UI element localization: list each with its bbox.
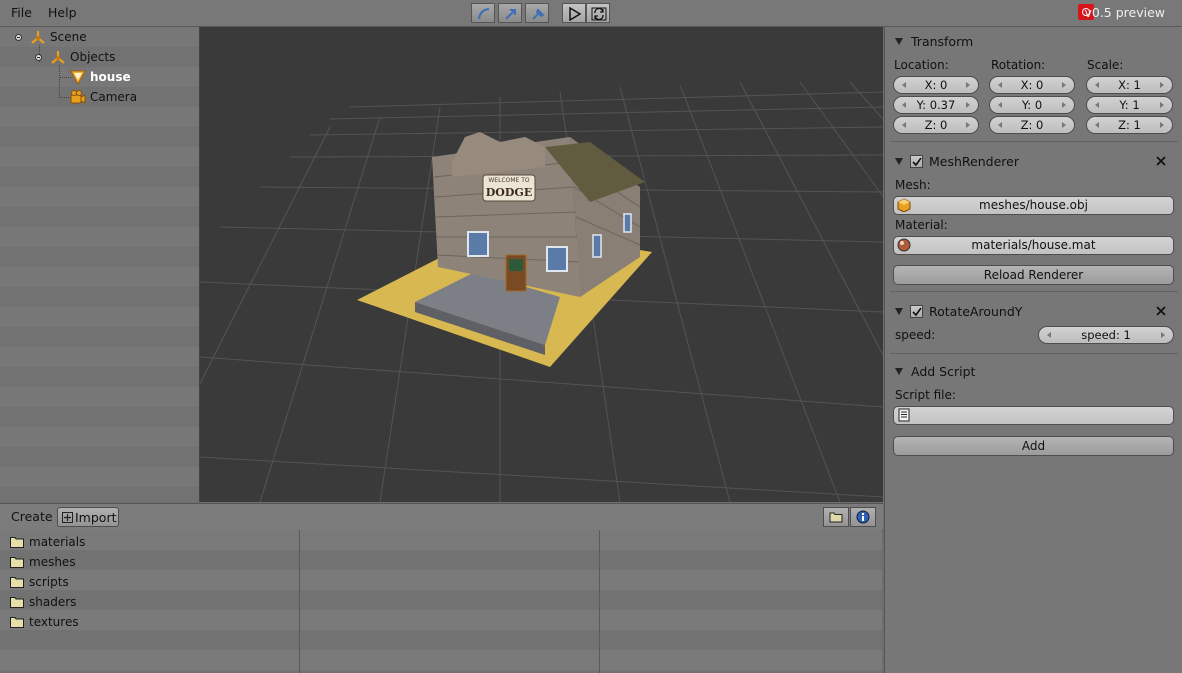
folder-label: textures xyxy=(29,615,79,629)
folder-label: shaders xyxy=(29,595,77,609)
sign-subtext: WELCOME TO xyxy=(488,177,530,184)
material-label: Material: xyxy=(895,218,948,232)
move-tool-icon xyxy=(505,9,516,20)
tree-line xyxy=(59,65,60,98)
reload-renderer-button[interactable]: Reload Renderer xyxy=(893,265,1174,285)
remove-component-icon[interactable] xyxy=(1155,155,1167,167)
window xyxy=(623,213,632,233)
scale-y-spinbox[interactable]: Y: 1 xyxy=(1086,96,1173,114)
section-divider xyxy=(890,353,1178,354)
window xyxy=(467,231,489,257)
add-script-button[interactable]: Add xyxy=(893,436,1174,456)
refresh-icon xyxy=(591,7,607,21)
viewport-canvas: WELCOME TO DODGE xyxy=(200,81,883,502)
play-icon xyxy=(569,7,582,21)
asset-browser: materials meshes scripts shaders texture… xyxy=(0,530,882,673)
remove-component-icon[interactable] xyxy=(1155,305,1167,317)
folder-view-button[interactable] xyxy=(823,507,849,527)
group-node-icon xyxy=(51,51,65,64)
sign-text: DODGE xyxy=(486,186,532,199)
select-tool-icon xyxy=(532,8,545,20)
speed-label: speed: xyxy=(895,328,936,342)
checkmark-icon xyxy=(912,307,922,317)
refresh-button[interactable] xyxy=(586,3,610,23)
folder-icon xyxy=(10,557,24,568)
viewport-3d[interactable]: WELCOME TO DODGE xyxy=(200,27,883,502)
collapse-triangle-icon xyxy=(895,158,903,165)
meshrenderer-title: MeshRenderer xyxy=(929,154,1019,169)
menubar: File Help v0.5 preview xyxy=(0,0,1182,27)
collapse-triangle-icon xyxy=(895,38,903,45)
rotation-z-spinbox[interactable]: Z: 0 xyxy=(989,116,1075,134)
rotation-x-spinbox[interactable]: X: 0 xyxy=(989,76,1075,94)
section-title: Add Script xyxy=(911,364,976,379)
info-button[interactable] xyxy=(850,507,876,527)
section-divider xyxy=(890,141,1178,142)
mesh-node-icon xyxy=(70,70,86,85)
folder-label: scripts xyxy=(29,575,69,589)
window xyxy=(546,246,568,272)
curve-tool-icon xyxy=(478,8,490,20)
tree-item-label: house xyxy=(90,70,131,84)
rotatearoundy-title: RotateAroundY xyxy=(929,304,1023,319)
menu-help[interactable]: Help xyxy=(48,5,77,20)
inspector-panel: Transform Location: Rotation: Scale: X: … xyxy=(884,27,1182,673)
column-divider xyxy=(299,530,300,673)
script-file-label: Script file: xyxy=(895,388,956,402)
scene-collapse-toggle[interactable] xyxy=(15,34,22,41)
section-title: Transform xyxy=(911,34,974,49)
import-button[interactable]: Import xyxy=(57,507,119,527)
scale-x-spinbox[interactable]: X: 1 xyxy=(1086,76,1173,94)
folder-icon xyxy=(10,617,24,628)
version-label: v0.5 preview xyxy=(1084,5,1165,20)
location-z-spinbox[interactable]: Z: 0 xyxy=(893,116,979,134)
checkmark-icon xyxy=(912,157,922,167)
asset-toolbar: Create Import xyxy=(0,503,883,531)
rotatearoundy-enabled-checkbox[interactable] xyxy=(910,305,923,318)
material-field[interactable]: materials/house.mat xyxy=(893,236,1174,255)
curve-tool-button[interactable] xyxy=(471,3,495,23)
script-file-icon xyxy=(898,408,910,422)
mesh-label: Mesh: xyxy=(895,178,931,192)
folder-icon xyxy=(10,577,24,588)
folder-view-icon xyxy=(829,512,843,523)
mesh-file-icon xyxy=(897,198,911,212)
window xyxy=(592,234,602,258)
rotation-label: Rotation: xyxy=(991,58,1046,72)
location-y-spinbox[interactable]: Y: 0.37 xyxy=(893,96,979,114)
scale-label: Scale: xyxy=(1087,58,1124,72)
folder-label: meshes xyxy=(29,555,76,569)
camera-node-icon xyxy=(70,90,86,104)
scene-tree-panel: Scene Objects house Camera xyxy=(0,27,200,502)
menu-file[interactable]: File xyxy=(11,5,32,20)
script-file-field[interactable] xyxy=(893,406,1174,425)
info-icon xyxy=(856,510,870,524)
scene-node-icon xyxy=(31,31,45,44)
tree-item-label: Scene xyxy=(50,30,87,44)
play-button[interactable] xyxy=(562,3,586,23)
speed-spinbox[interactable]: speed: 1 xyxy=(1038,326,1174,344)
folder-icon xyxy=(10,597,24,608)
plus-icon xyxy=(62,512,73,523)
tree-item-label: Objects xyxy=(70,50,116,64)
tree-item-label: Camera xyxy=(90,90,138,104)
import-label: Import xyxy=(75,510,117,525)
rotation-y-spinbox[interactable]: Y: 0 xyxy=(989,96,1075,114)
mesh-field[interactable]: meshes/house.obj xyxy=(893,196,1174,215)
select-tool-button[interactable] xyxy=(525,3,549,23)
scale-z-spinbox[interactable]: Z: 1 xyxy=(1086,116,1173,134)
move-tool-button[interactable] xyxy=(498,3,522,23)
column-divider xyxy=(599,530,600,673)
objects-collapse-toggle[interactable] xyxy=(35,54,42,61)
location-x-spinbox[interactable]: X: 0 xyxy=(893,76,979,94)
location-label: Location: xyxy=(894,58,949,72)
meshrenderer-enabled-checkbox[interactable] xyxy=(910,155,923,168)
folder-icon xyxy=(10,537,24,548)
collapse-triangle-icon xyxy=(895,368,903,375)
section-divider xyxy=(890,291,1178,292)
folder-label: materials xyxy=(29,535,86,549)
create-menu-button[interactable]: Create xyxy=(11,509,53,524)
material-file-icon xyxy=(897,238,911,252)
collapse-triangle-icon xyxy=(895,308,903,315)
